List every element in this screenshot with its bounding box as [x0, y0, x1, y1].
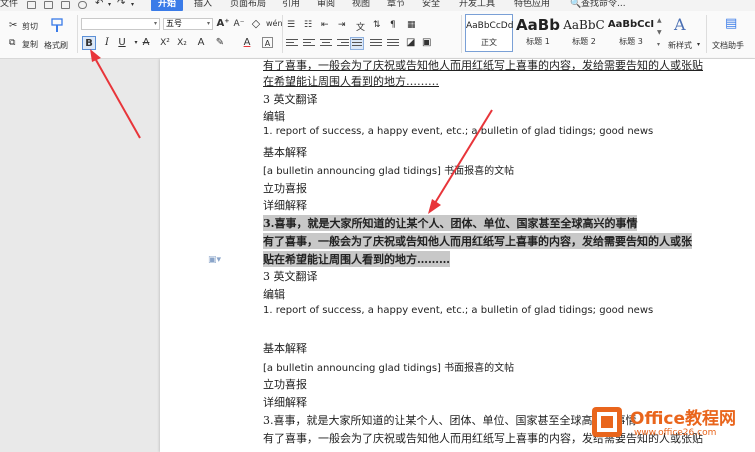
wps-writer-window: 文件 ↶ ▾ ↷ ▾ 开始 插入 页面布局 引用 审阅 视图 章节 安全 开发工…	[0, 0, 755, 452]
annotation-arrows	[90, 49, 493, 214]
office-logo	[592, 407, 622, 437]
arrow-to-bold-button	[90, 49, 141, 139]
site-watermark: Office教程网 www.office26.com	[590, 402, 750, 448]
watermark-url: www.office26.com	[634, 428, 717, 438]
watermark-title: Office教程网	[630, 409, 737, 429]
arrow-to-selection	[428, 109, 493, 214]
